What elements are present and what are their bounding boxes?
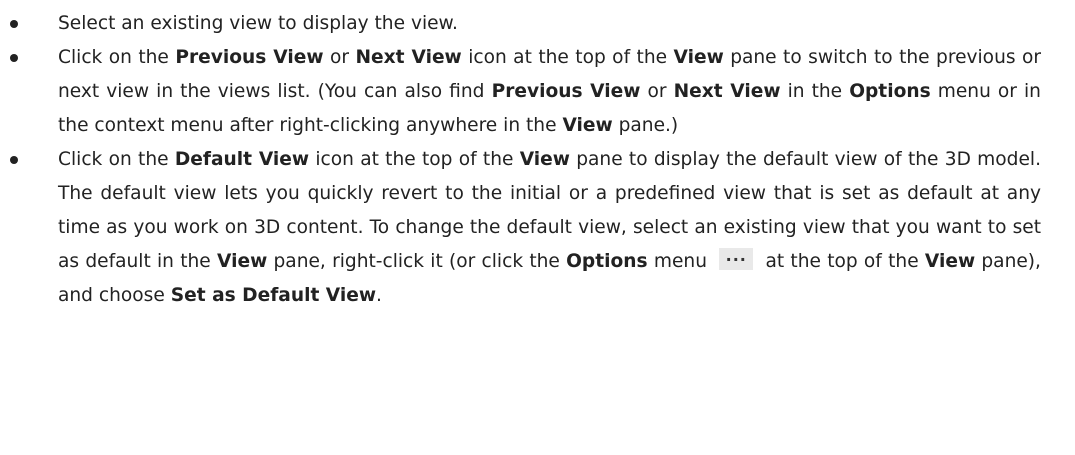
text-run: or [323,47,356,68]
bold-term: Set as Default View [170,285,377,306]
bullet-item: Click on the Previous View or Next View … [0,41,1075,143]
text-run: icon at the top of the [461,47,674,68]
bullet-list: Select an existing view to display the v… [0,7,1075,313]
bold-term: View [673,47,724,68]
text-run: Select an existing view to display the v… [58,13,458,34]
bold-term: Default View [174,149,310,170]
bullet-dot [10,156,18,164]
text-run: or [640,81,674,102]
more-options-icon: ··· [719,248,754,270]
more-options-glyph: ··· [725,250,747,269]
text-run: . [376,285,382,306]
bold-term: View [519,149,570,170]
bold-term: View [217,251,268,272]
text-run: icon at the top of the [309,149,520,170]
bold-term: Previous View [175,47,324,68]
text-run: menu [647,251,714,272]
text-run: pane, right-click it (or click the [267,251,567,272]
bullet-item: Click on the Default View icon at the to… [0,143,1075,313]
text-run: Click on the [58,47,176,68]
text-run: in the [780,81,850,102]
text-run: Click on the [58,149,175,170]
text-run: at the top of the [759,251,925,272]
bold-term: View [562,115,613,136]
text-run: pane.) [612,115,679,136]
bold-term: Options [566,251,648,272]
document: Select an existing view to display the v… [0,0,1075,313]
bullet-dot [10,20,18,28]
bullet-dot [10,54,18,62]
bold-term: Next View [673,81,781,102]
bold-term: Next View [355,47,462,68]
bold-term: View [924,251,976,272]
bold-term: Previous View [491,81,641,102]
bullet-item: Select an existing view to display the v… [0,7,1075,41]
bold-term: Options [849,81,931,102]
